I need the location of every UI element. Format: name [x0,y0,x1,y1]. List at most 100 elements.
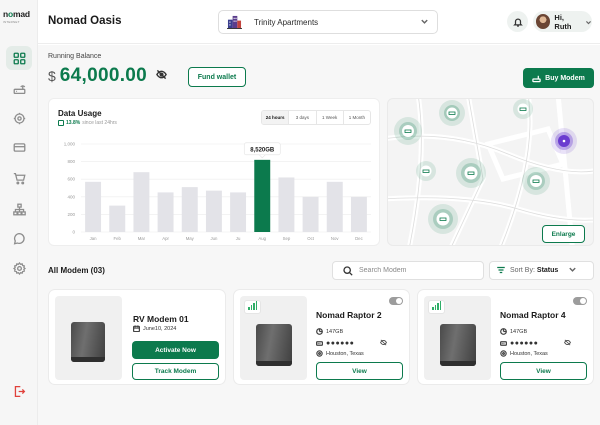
modem-toggle[interactable] [573,297,587,305]
sidebar-item-location[interactable] [6,106,32,130]
y-tick-label: 200 [67,212,75,217]
x-tick-label: Ju [236,236,241,241]
bar-feb[interactable] [109,205,126,232]
sidebar: nomad INTERNET [0,0,38,425]
y-tick-label: 0 [72,230,75,235]
eye-off-icon [380,339,388,346]
signal-strength-icon [244,300,261,314]
bar-aug[interactable] [254,159,271,232]
chevron-down-icon [568,265,577,276]
modem-search[interactable] [332,261,484,280]
track-modem-button[interactable]: Track Modem [132,363,219,380]
logout-button[interactable] [6,379,32,403]
x-tick-label: Oct [307,236,314,241]
bar-jun[interactable] [205,190,222,232]
modem-password: ●●●●●● [500,339,572,348]
sidebar-item-network[interactable] [6,197,32,221]
brand-logo[interactable]: nomad INTERNET [3,9,37,24]
wifi-password-icon [316,341,323,346]
modem-card: Nomad Raptor 4 147GB ●●●●●● Houston, Tex… [417,289,594,385]
search-input[interactable] [359,267,469,274]
fund-wallet-button[interactable]: Fund wallet [188,67,246,87]
sort-dropdown[interactable]: Sort By: Status [489,261,594,280]
router-image [440,324,476,366]
x-tick-label: Jun [210,236,218,241]
chevron-down-icon [420,13,429,31]
sort-value: Status [536,267,559,274]
pie-chart-icon [316,328,323,335]
router-icon [13,84,25,94]
sort-label: Sort By: [510,267,535,274]
modem-image [240,296,307,380]
x-tick-label: Dec [355,236,363,241]
router-icon [532,75,541,82]
x-tick-label: Feb [114,236,122,241]
view-modem-button[interactable]: View [316,362,403,380]
activate-now-button[interactable]: Activate Now [132,341,219,359]
filter-icon [496,265,510,277]
location-select[interactable]: Trinity Apartments [218,10,438,34]
modem-image [424,296,491,380]
x-tick-label: May [186,236,195,241]
modem-date-text: June10, 2024 [143,325,177,332]
page-title: Nomad Oasis [48,15,122,27]
bar-ju[interactable] [230,192,247,232]
currency-symbol: $ [48,68,56,84]
modem-toggle[interactable] [389,297,403,305]
location-label: Trinity Apartments [254,17,319,27]
logo-text: mad [13,9,30,19]
show-password-button[interactable] [354,339,388,348]
bell-icon [512,17,523,27]
bar-jan[interactable] [85,181,102,232]
bar-nov[interactable] [326,181,343,232]
wifi-password-icon [500,341,507,346]
y-tick-label: 600 [67,177,75,182]
map-canvas [388,99,593,245]
sidebar-item-settings[interactable] [6,256,32,280]
bar-may[interactable] [181,187,198,232]
data-usage-card: Data Usage 13.8% since last 24hrs 24 hou… [48,98,380,246]
bar-dec[interactable] [350,196,367,232]
enlarge-map-button[interactable]: Enlarge [542,225,585,243]
buy-modem-button[interactable]: Buy Modem [523,68,594,88]
bar-apr[interactable] [157,192,174,232]
bar-sep[interactable] [278,177,295,232]
view-modem-button[interactable]: View [500,362,587,380]
data-usage-chart: 0 200 400 600 800 1,000 Jan Feb Mar Apr May Jun Ju Au… [64,142,371,241]
sidebar-item-dashboard[interactable] [6,46,32,70]
notifications-button[interactable] [507,11,528,32]
sidebar-item-shop[interactable] [6,166,32,190]
user-menu[interactable]: Hi, Ruth [533,11,592,32]
show-password-button[interactable] [538,339,572,348]
buy-modem-label: Buy Modem [545,74,585,82]
modem-map[interactable]: Enlarge [387,98,594,246]
x-tick-label: Sep [283,236,291,241]
card-icon [13,142,25,152]
modem-card: RV Modem 01 June10, 2024 Activate Now Tr… [48,289,226,385]
hide-balance-button[interactable] [156,67,167,85]
bar-mar[interactable] [133,172,150,232]
sidebar-item-support[interactable] [6,226,32,250]
logo-tagline: INTERNET [3,20,20,24]
building-icon [227,15,242,29]
modem-image [55,296,122,380]
cart-icon [13,172,26,184]
x-tick-label: Aug [258,236,266,241]
router-image [256,324,292,366]
sidebar-item-modems[interactable] [6,76,32,100]
modem-name: RV Modem 01 [133,314,189,324]
modem-data-usage: 147GB [500,328,527,335]
balance-amount: 64,000.00 [59,65,148,86]
tooltip-arrow [259,154,266,159]
top-header: Nomad Oasis Trinity Apartments Hi, Ruth [38,0,600,44]
target-icon [13,112,25,124]
modem-password-text: ●●●●●● [326,340,355,347]
modem-name: Nomad Raptor 2 [316,310,382,320]
y-tick-label: 800 [67,159,75,164]
dashboard-icon [13,52,25,64]
avatar [536,14,551,29]
balance-label: Running Balance [48,53,102,60]
gear-icon [12,261,26,275]
sidebar-item-payments[interactable] [6,135,32,159]
bar-oct[interactable] [302,196,319,232]
